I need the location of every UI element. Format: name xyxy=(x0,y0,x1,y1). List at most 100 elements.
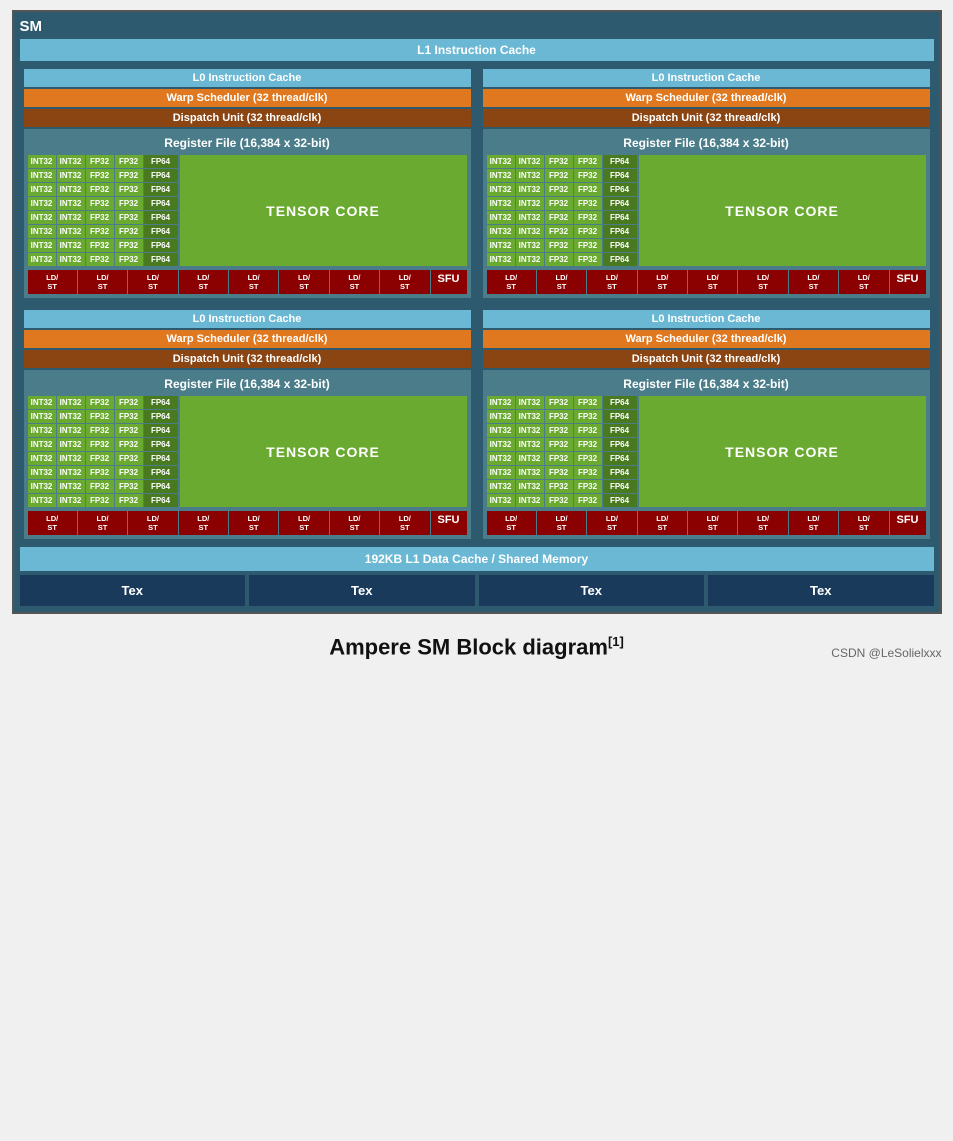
fp32-cell: FP32 xyxy=(545,183,573,196)
core-row: INT32 INT32 FP32 FP32 FP64 xyxy=(28,239,178,252)
fp32-cell: FP32 xyxy=(574,155,602,168)
register-file-title-3: Register File (16,384 x 32-bit) xyxy=(28,374,467,394)
l0-cache-3: L0 Instruction Cache xyxy=(24,310,471,328)
fp32-cell: FP32 xyxy=(545,211,573,224)
int32-cell: INT32 xyxy=(516,424,544,437)
int32-cell: INT32 xyxy=(28,424,56,437)
int32-cell: INT32 xyxy=(57,494,85,507)
fp64-cell: FP64 xyxy=(603,424,637,437)
int32-cell: INT32 xyxy=(57,452,85,465)
core-row: INT32 INT32 FP32 FP32 FP64 xyxy=(487,211,637,224)
sfu-cell-2: SFU xyxy=(890,270,926,294)
core-row: INT32 INT32 FP32 FP32 FP64 xyxy=(487,480,637,493)
fp32-cell: FP32 xyxy=(115,396,143,409)
ld-st-cell: LD/ST xyxy=(229,511,278,535)
fp32-cell: FP32 xyxy=(574,197,602,210)
core-row: INT32 INT32 FP32 FP32 FP64 xyxy=(28,494,178,507)
int32-cell: INT32 xyxy=(516,480,544,493)
fp32-cell: FP32 xyxy=(574,169,602,182)
fp32-cell: FP32 xyxy=(115,466,143,479)
int32-cell: INT32 xyxy=(487,183,515,196)
fp32-cell: FP32 xyxy=(86,183,114,196)
core-row: INT32 INT32 FP32 FP32 FP64 xyxy=(487,452,637,465)
fp64-cell: FP64 xyxy=(603,480,637,493)
core-row: INT32 INT32 FP32 FP32 FP64 xyxy=(487,225,637,238)
int32-cell: INT32 xyxy=(57,225,85,238)
fp64-cell: FP64 xyxy=(603,155,637,168)
fp64-cell: FP64 xyxy=(144,480,178,493)
int32-cell: INT32 xyxy=(57,438,85,451)
ld-st-cell: LD/ST xyxy=(688,270,737,294)
fp64-cell: FP64 xyxy=(603,169,637,182)
int32-cell: INT32 xyxy=(57,211,85,224)
int32-cell: INT32 xyxy=(28,396,56,409)
fp32-cell: FP32 xyxy=(545,225,573,238)
l0-cache-1: L0 Instruction Cache xyxy=(24,69,471,87)
tex-cell-1: Tex xyxy=(20,575,246,606)
four-quadrants: L0 Instruction Cache Warp Scheduler (32 … xyxy=(20,65,934,543)
fp32-cell: FP32 xyxy=(115,155,143,168)
fp32-cell: FP32 xyxy=(86,480,114,493)
int32-cell: INT32 xyxy=(57,155,85,168)
dispatch-unit-2: Dispatch Unit (32 thread/clk) xyxy=(483,109,930,127)
ld-st-cell: LD/ST xyxy=(537,511,586,535)
fp32-cell: FP32 xyxy=(115,197,143,210)
bottom-row-1: LD/ST LD/ST LD/ST LD/ST LD/ST LD/ST LD/S… xyxy=(28,270,467,294)
int32-cell: INT32 xyxy=(516,225,544,238)
int32-cell: INT32 xyxy=(487,239,515,252)
ld-st-cell: LD/ST xyxy=(279,511,328,535)
fp32-cell: FP32 xyxy=(574,424,602,437)
int32-cell: INT32 xyxy=(516,211,544,224)
dispatch-unit-1: Dispatch Unit (32 thread/clk) xyxy=(24,109,471,127)
ld-st-cell: LD/ST xyxy=(179,270,228,294)
fp64-cell: FP64 xyxy=(603,225,637,238)
fp32-cell: FP32 xyxy=(574,480,602,493)
fp32-cell: FP32 xyxy=(545,424,573,437)
core-row: INT32 INT32 FP32 FP32 FP64 xyxy=(487,155,637,168)
fp32-cell: FP32 xyxy=(574,452,602,465)
register-file-2: Register File (16,384 x 32-bit) INT32 IN… xyxy=(483,129,930,298)
fp32-cell: FP32 xyxy=(115,438,143,451)
int32-cell: INT32 xyxy=(516,197,544,210)
fp32-cell: FP32 xyxy=(86,452,114,465)
fp32-cell: FP32 xyxy=(115,211,143,224)
core-row: INT32 INT32 FP32 FP32 FP64 xyxy=(28,424,178,437)
ld-st-cell: LD/ST xyxy=(638,511,687,535)
diagram-title: Ampere SM Block diagram[1] xyxy=(329,634,624,660)
ld-st-cell: LD/ST xyxy=(839,270,888,294)
cores-column-4: INT32 INT32 FP32 FP32 FP64 INT32 INT32 F… xyxy=(487,396,637,507)
fp32-cell: FP32 xyxy=(86,494,114,507)
fp64-cell: FP64 xyxy=(144,155,178,168)
ld-st-cell: LD/ST xyxy=(789,511,838,535)
fp32-cell: FP32 xyxy=(115,424,143,437)
l0-cache-2: L0 Instruction Cache xyxy=(483,69,930,87)
fp32-cell: FP32 xyxy=(115,253,143,266)
fp64-cell: FP64 xyxy=(603,197,637,210)
int32-cell: INT32 xyxy=(28,410,56,423)
sfu-cell-1: SFU xyxy=(431,270,467,294)
int32-cell: INT32 xyxy=(28,169,56,182)
int32-cell: INT32 xyxy=(57,197,85,210)
int32-cell: INT32 xyxy=(28,466,56,479)
ld-st-cell: LD/ST xyxy=(28,270,77,294)
fp64-cell: FP64 xyxy=(144,452,178,465)
int32-cell: INT32 xyxy=(28,494,56,507)
core-row: INT32 INT32 FP32 FP32 FP64 xyxy=(28,396,178,409)
fp64-cell: FP64 xyxy=(603,239,637,252)
ld-st-cell: LD/ST xyxy=(688,511,737,535)
int32-cell: INT32 xyxy=(516,494,544,507)
core-row: INT32 INT32 FP32 FP32 FP64 xyxy=(28,211,178,224)
cores-and-tensor-1: INT32 INT32 FP32 FP32 FP64 INT32 INT32 F… xyxy=(28,155,467,266)
int32-cell: INT32 xyxy=(28,225,56,238)
int32-cell: INT32 xyxy=(57,239,85,252)
fp32-cell: FP32 xyxy=(545,169,573,182)
fp32-cell: FP32 xyxy=(86,396,114,409)
int32-cell: INT32 xyxy=(487,211,515,224)
ld-st-cell: LD/ST xyxy=(487,270,536,294)
int32-cell: INT32 xyxy=(516,410,544,423)
fp64-cell: FP64 xyxy=(603,183,637,196)
core-row: INT32 INT32 FP32 FP32 FP64 xyxy=(487,183,637,196)
register-file-title-2: Register File (16,384 x 32-bit) xyxy=(487,133,926,153)
sfu-cell-4: SFU xyxy=(890,511,926,535)
fp64-cell: FP64 xyxy=(144,225,178,238)
